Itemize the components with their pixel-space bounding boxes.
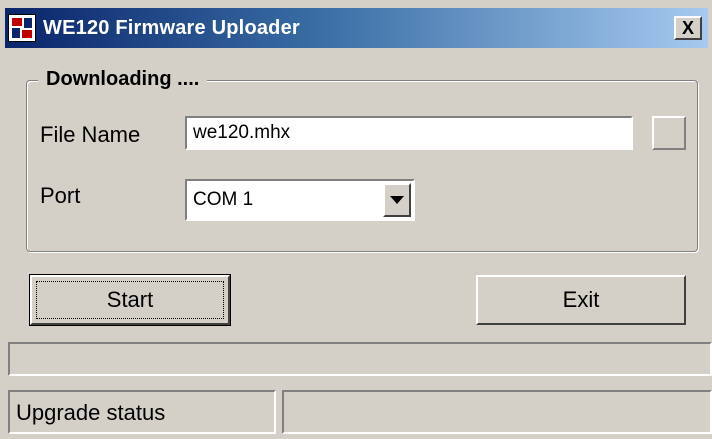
group-legend: Downloading ....: [38, 68, 208, 91]
title-bar[interactable]: WE120 Firmware Uploader X: [5, 8, 708, 48]
status-pane-detail: [282, 390, 712, 434]
downloading-group: [26, 80, 698, 252]
browse-button[interactable]: [652, 116, 686, 150]
port-dropdown-button[interactable]: [383, 183, 411, 217]
status-pane-label: Upgrade status: [8, 390, 276, 434]
window-title: WE120 Firmware Uploader: [43, 17, 300, 39]
start-button[interactable]: Start: [29, 274, 231, 326]
close-icon: X: [681, 17, 694, 38]
exit-button[interactable]: Exit: [476, 275, 686, 325]
close-button[interactable]: X: [674, 16, 702, 40]
uploader-window: WE120 Firmware Uploader X Downloading ..…: [0, 0, 712, 439]
focus-rect: [36, 281, 224, 319]
app-icon[interactable]: [8, 14, 36, 42]
port-label: Port: [40, 183, 81, 208]
chevron-down-icon: [390, 196, 404, 204]
status-text: Upgrade status: [16, 400, 166, 425]
port-selected-value: COM 1: [193, 189, 254, 210]
progress-bar: [8, 342, 712, 376]
file-name-input[interactable]: [185, 116, 633, 150]
exit-button-label: Exit: [562, 287, 600, 312]
port-select[interactable]: COM 1: [185, 179, 415, 221]
file-name-label: File Name: [40, 122, 141, 147]
